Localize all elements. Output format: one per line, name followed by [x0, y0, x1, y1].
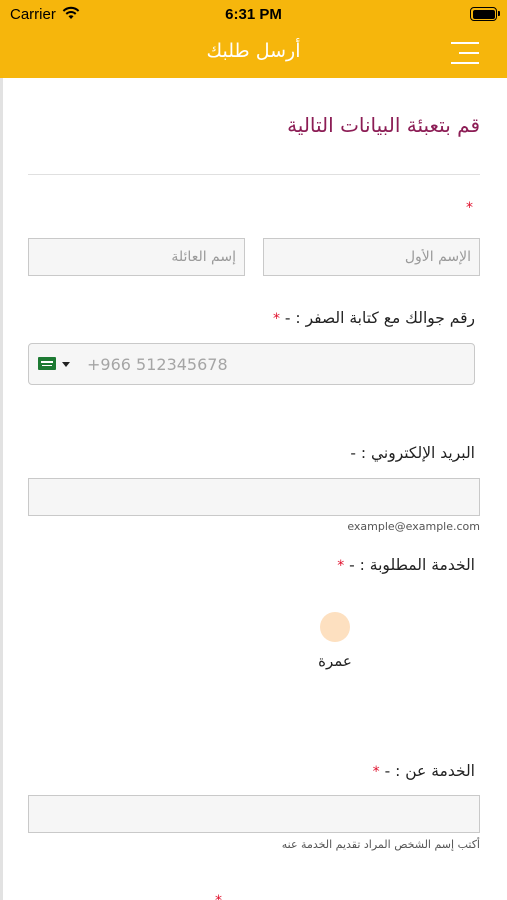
last-name-field[interactable]	[28, 238, 245, 276]
required-mark: *	[372, 764, 380, 780]
service-label-row: الخدمة المطلوبة : - *	[337, 556, 475, 574]
phone-input[interactable]	[87, 344, 467, 384]
service-for-field[interactable]	[28, 795, 480, 833]
email-hint: example@example.com	[347, 520, 480, 533]
email-field[interactable]	[28, 478, 480, 516]
phone-label-row: رقم جوالك مع كتابة الصفر : - *	[273, 309, 475, 327]
radio-button[interactable]	[320, 612, 350, 642]
status-bar: Carrier 6:31 PM	[0, 0, 507, 30]
content-edge	[0, 78, 3, 900]
service-option-label: عمرة	[318, 652, 352, 670]
page-title: أرسل طلبك	[206, 40, 301, 62]
chevron-down-icon[interactable]	[62, 362, 70, 367]
battery-icon	[470, 7, 500, 21]
required-mark: *	[337, 558, 345, 574]
required-mark: *	[272, 311, 280, 327]
form-heading: قم بتعبئة البيانات التالية	[287, 113, 480, 137]
required-mark: *	[215, 893, 222, 900]
service-for-label-row: الخدمة عن : - *	[373, 762, 475, 780]
menu-icon[interactable]	[451, 42, 479, 66]
saudi-flag-icon[interactable]	[38, 357, 56, 370]
nav-bar: أرسل طلبك	[0, 30, 507, 78]
clock: 6:31 PM	[225, 6, 282, 23]
service-option-umrah[interactable]: عمرة	[305, 612, 365, 678]
service-label: الخدمة المطلوبة : -	[349, 556, 475, 574]
email-label: البريد الإلكتروني : -	[350, 444, 475, 462]
phone-label: رقم جوالك مع كتابة الصفر : -	[284, 309, 475, 327]
service-for-label: الخدمة عن : -	[384, 762, 475, 780]
required-mark: *	[466, 200, 473, 216]
first-name-field[interactable]	[263, 238, 480, 276]
divider	[28, 174, 480, 175]
service-for-hint: أكتب إسم الشخص المراد تقديم الخدمة عنه	[281, 838, 480, 851]
phone-field-container	[28, 343, 475, 385]
